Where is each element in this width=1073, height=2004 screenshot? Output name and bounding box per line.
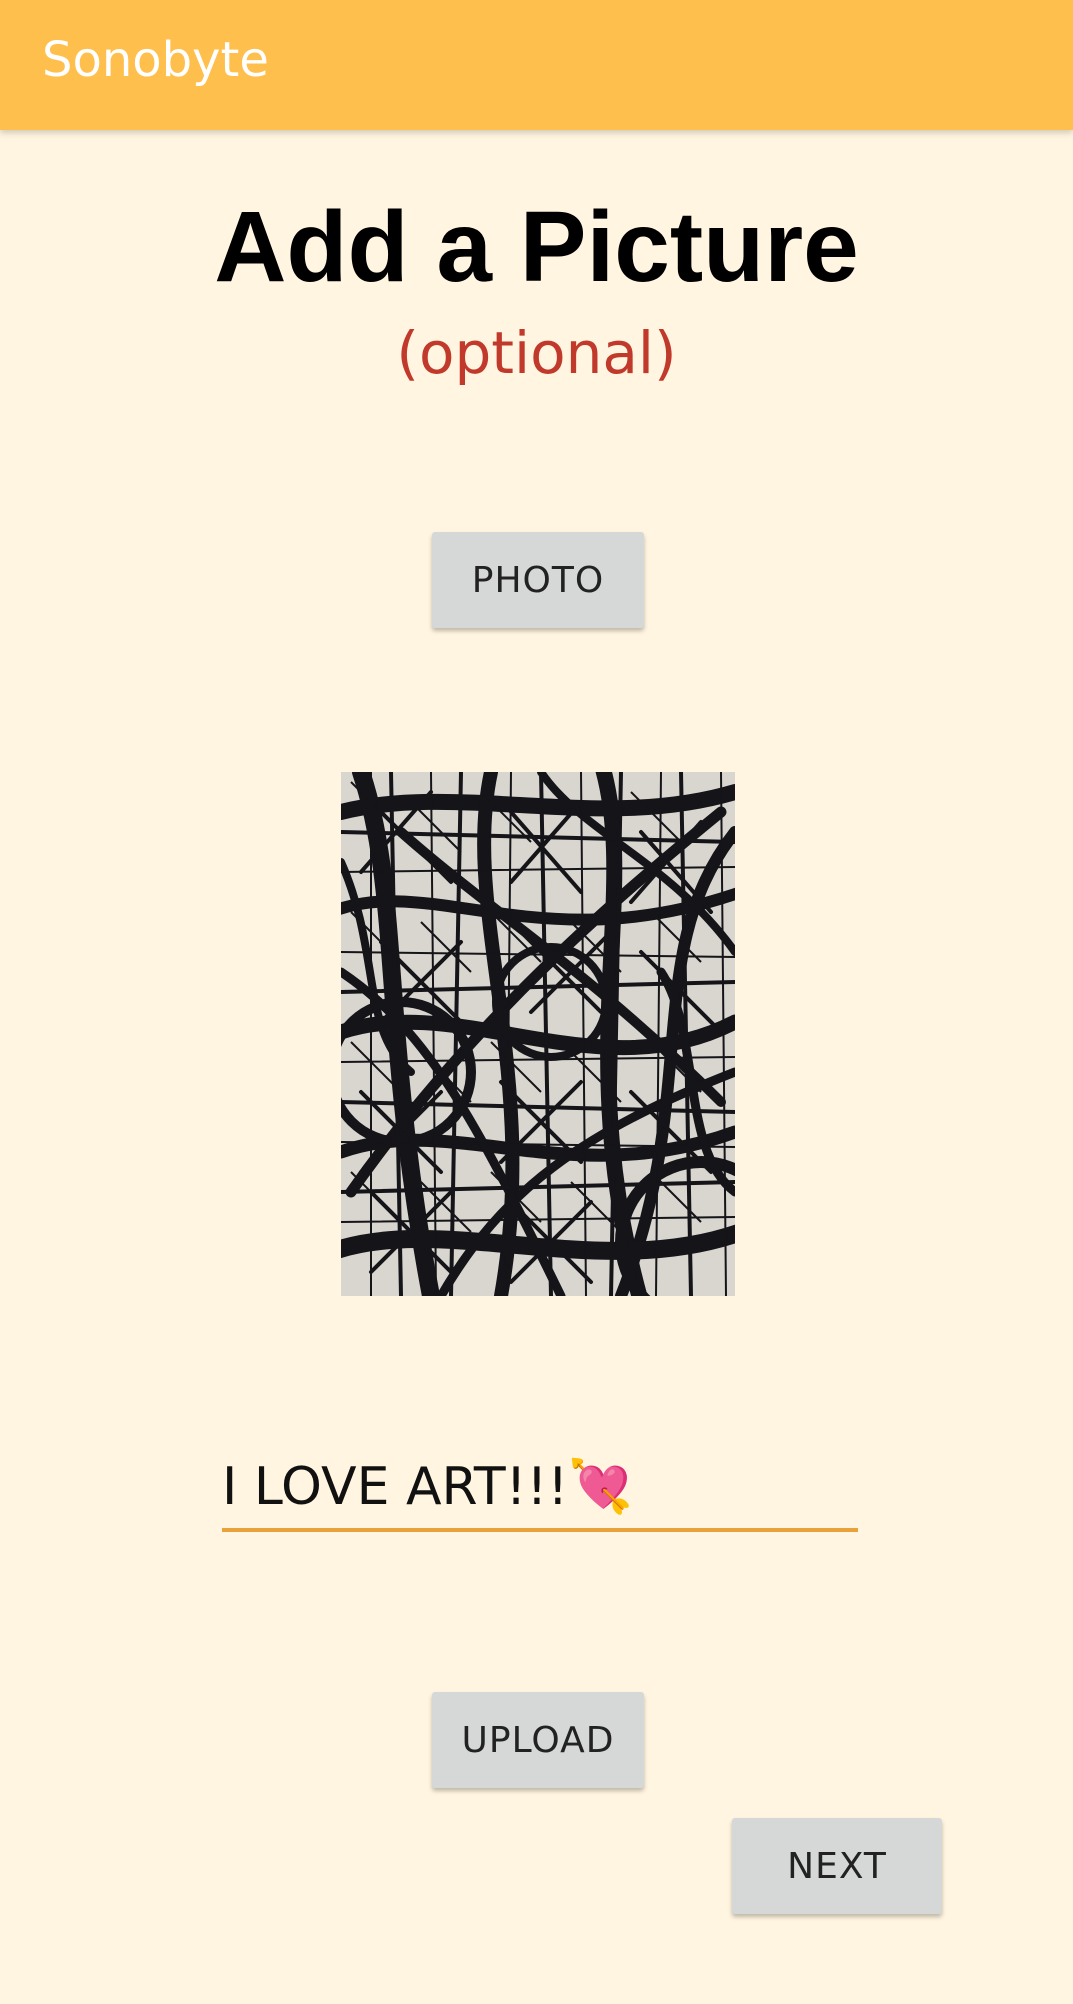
app-screen: Sonobyte Add a Picture (optional) PHOTO xyxy=(0,0,1073,2004)
caption-input-value: I LOVE ART!!!💘 xyxy=(222,1457,633,1517)
caption-input[interactable]: I LOVE ART!!!💘 xyxy=(222,1448,858,1532)
app-title: Sonobyte xyxy=(42,32,269,88)
upload-button[interactable]: UPLOAD xyxy=(432,1692,644,1788)
next-button[interactable]: NEXT xyxy=(732,1818,942,1914)
optional-subtitle: (optional) xyxy=(396,319,677,387)
photo-button[interactable]: PHOTO xyxy=(432,532,644,628)
page-title: Add a Picture xyxy=(214,191,859,303)
selected-picture xyxy=(341,772,735,1296)
app-bar: Sonobyte xyxy=(0,0,1073,130)
